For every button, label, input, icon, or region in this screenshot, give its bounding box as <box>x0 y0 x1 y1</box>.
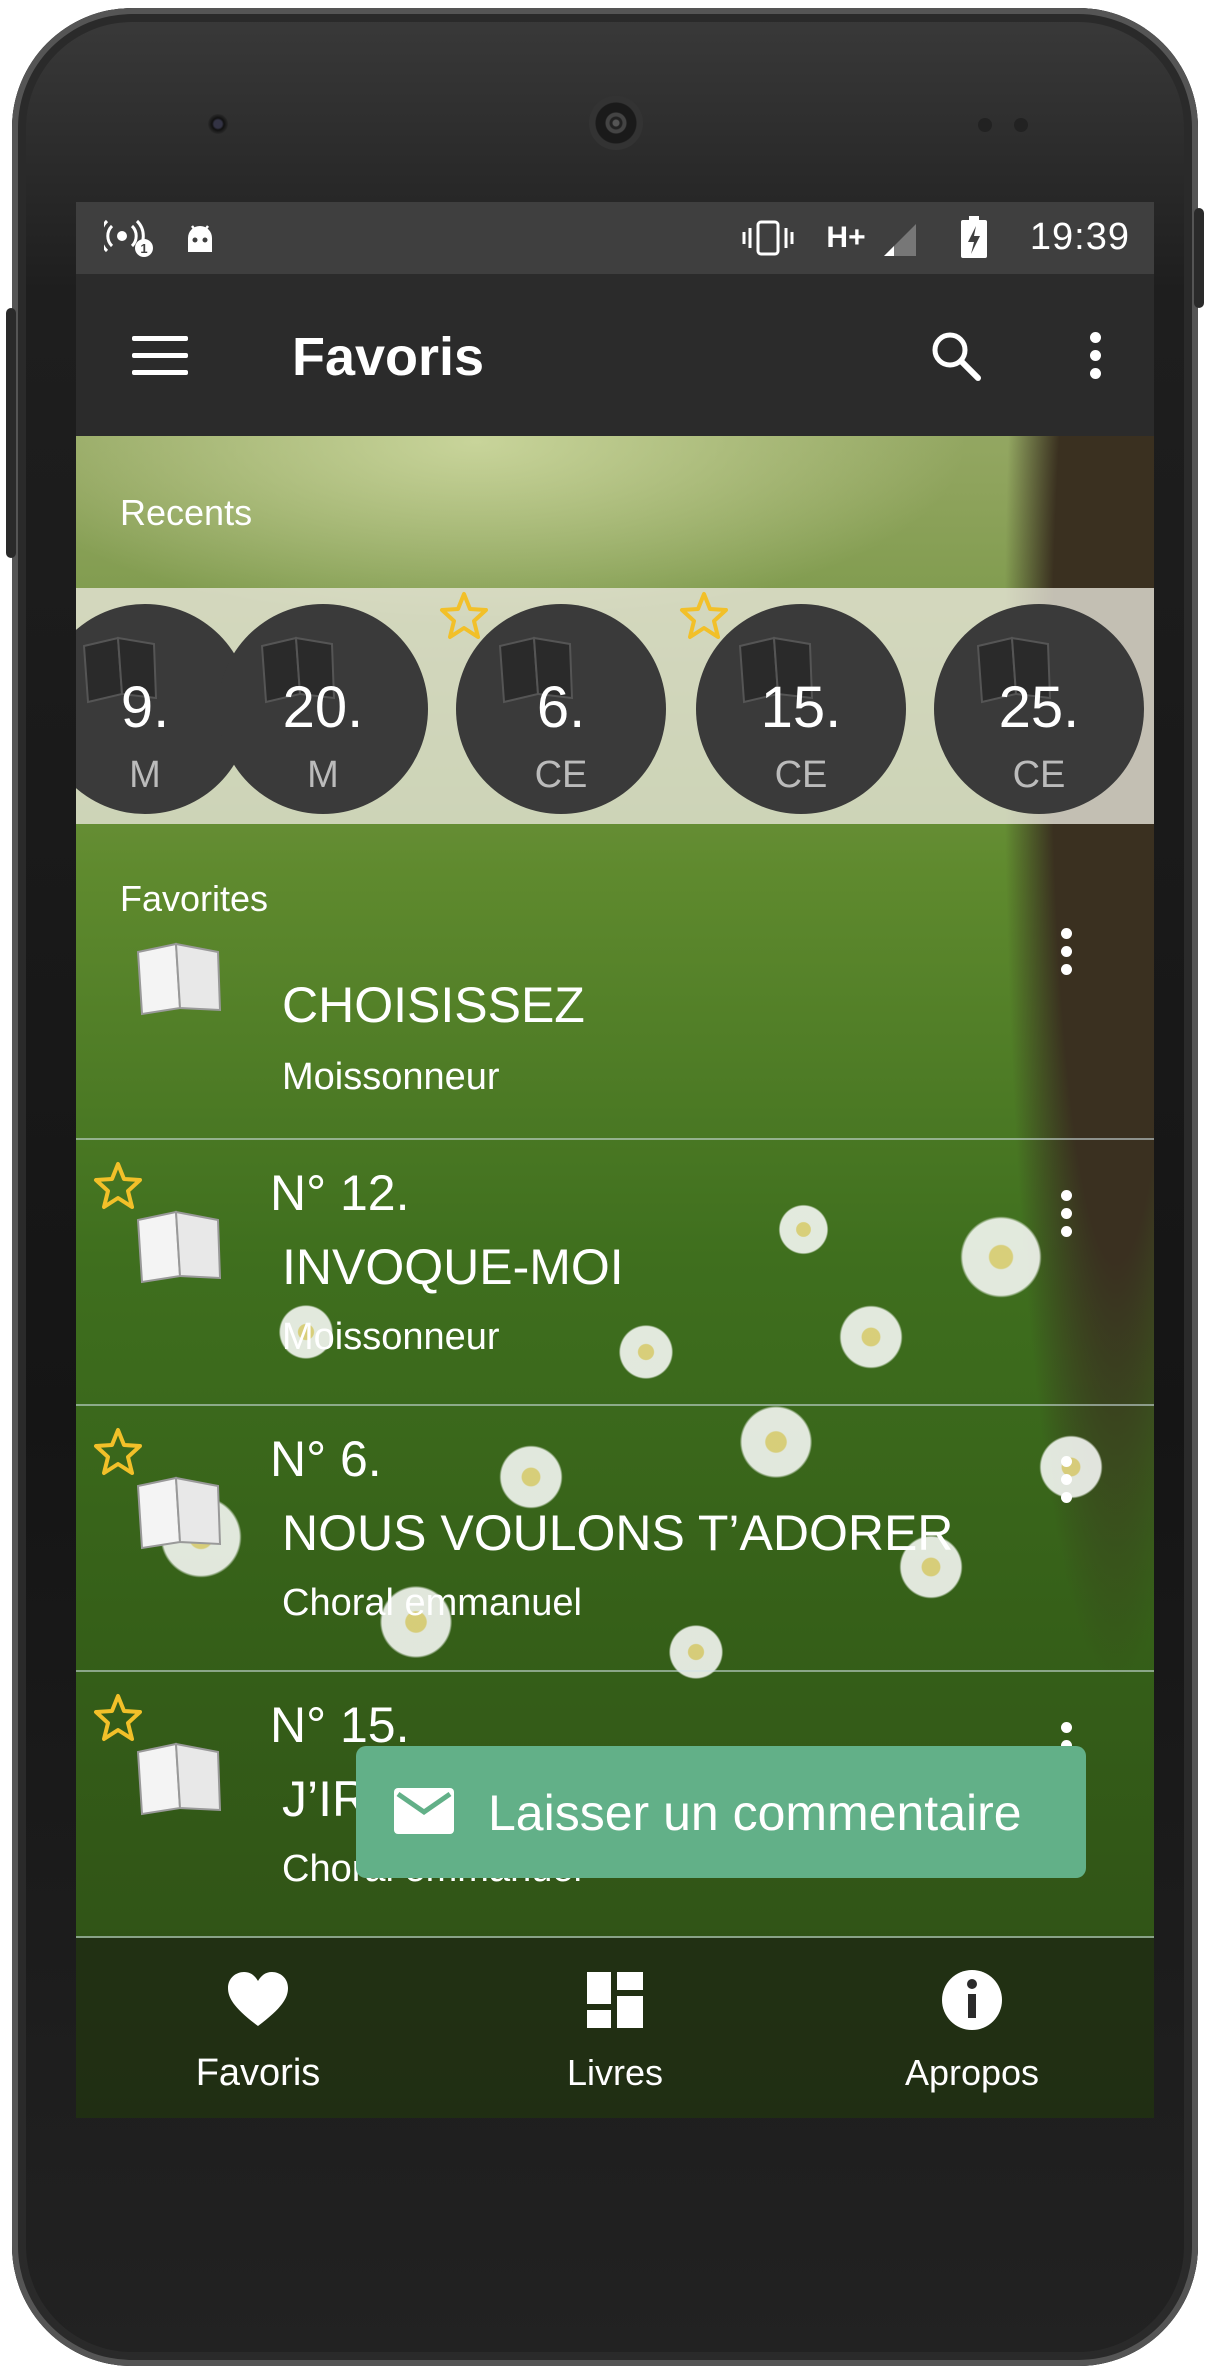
star-icon <box>680 592 728 639</box>
app-bar: Favoris <box>76 274 1154 436</box>
front-camera <box>208 114 228 134</box>
book-icon <box>136 1742 222 1816</box>
favorite-number: N° 12. <box>270 1165 410 1221</box>
signal-icon <box>878 216 922 260</box>
network-type-label: H+ <box>826 221 866 254</box>
recent-item[interactable]: 25. CE <box>934 604 1144 814</box>
recent-item-book: M <box>307 754 339 796</box>
star-icon <box>440 592 488 639</box>
star-icon <box>94 1428 142 1475</box>
side-button-right <box>1194 208 1204 308</box>
hotspot-icon: 1 <box>102 216 158 260</box>
proximity-sensor <box>978 118 992 132</box>
favorite-author: Choral emmanuel <box>282 1582 582 1624</box>
nav-livres-label: Livres <box>566 2052 664 2093</box>
recent-item-book: CE <box>774 754 828 796</box>
favorite-number: N° 6. <box>270 1431 382 1487</box>
book-icon <box>136 942 222 1016</box>
item-overflow-icon[interactable] <box>1052 1190 1082 1256</box>
nav-apropos-label: Apropos <box>904 2052 1040 2093</box>
info-icon <box>942 1970 1002 2030</box>
phone-frame: 1 H+ 19:39 Favoris Recents 9. M 20. M 6.… <box>6 8 1204 2366</box>
status-bar: 1 H+ 19:39 <box>76 202 1154 274</box>
recent-item-number: 6. <box>536 675 586 740</box>
recent-item[interactable]: 20. M <box>218 604 428 814</box>
item-overflow-icon[interactable] <box>1052 928 1082 994</box>
favorite-title: CHOISISSEZ <box>282 977 585 1033</box>
light-sensor <box>1014 118 1028 132</box>
android-debug-icon <box>180 216 220 260</box>
star-icon <box>94 1694 142 1741</box>
nav-favoris[interactable]: Favoris <box>108 1938 408 2118</box>
status-time: 19:39 <box>1029 216 1130 258</box>
nav-favoris-label: Favoris <box>195 2052 321 2094</box>
side-button-left <box>6 308 16 558</box>
vibrate-icon <box>740 216 796 260</box>
favorites-label: Favorites <box>120 878 269 919</box>
star-icon <box>94 1162 142 1209</box>
search-icon[interactable] <box>926 326 986 386</box>
email-icon <box>394 1788 454 1834</box>
svg-text:1: 1 <box>140 241 147 256</box>
earpiece-speaker <box>589 96 643 150</box>
recent-item-book: CE <box>534 754 588 796</box>
book-icon <box>136 1210 222 1284</box>
network-type-icon: H+ <box>820 216 872 260</box>
item-overflow-icon[interactable] <box>1052 1456 1082 1522</box>
leave-comment-button[interactable]: Laisser un commentaire <box>356 1746 1086 1878</box>
dashboard-icon <box>587 1972 643 2028</box>
hamburger-menu-icon[interactable] <box>132 334 188 378</box>
overflow-menu-icon[interactable] <box>1076 326 1116 386</box>
recent-item-number: 25. <box>998 675 1080 740</box>
favorite-item[interactable]: N° 6. NOUS VOULONS T’ADORER Choral emman… <box>76 1406 1154 1672</box>
favorite-item[interactable]: CHOISISSEZ Moissonneur <box>76 928 1154 1140</box>
leave-comment-label: Laisser un commentaire <box>488 1785 1022 1841</box>
bottom-navigation: Favoris Livres Apropos <box>76 1938 1154 2118</box>
favorite-item[interactable]: N° 12. INVOQUE-MOI Moissonneur <box>76 1140 1154 1406</box>
recents-label: Recents <box>120 492 253 533</box>
nav-livres[interactable]: Livres <box>465 1938 765 2118</box>
page-title: Favoris <box>292 327 485 387</box>
screen: 1 H+ 19:39 Favoris Recents 9. M 20. M 6.… <box>76 202 1154 2118</box>
nav-apropos[interactable]: Apropos <box>822 1938 1122 2118</box>
favorite-author: Moissonneur <box>282 1056 500 1098</box>
heart-icon <box>228 1972 288 2026</box>
recent-item-number: 15. <box>760 675 842 740</box>
favorite-title: INVOQUE-MOI <box>282 1239 624 1295</box>
book-icon <box>136 1476 222 1550</box>
battery-charging-icon <box>956 216 992 260</box>
recent-item-book: CE <box>1012 754 1066 796</box>
recent-item-number: 20. <box>282 675 364 740</box>
favorite-title: NOUS VOULONS T’ADORER <box>282 1505 954 1561</box>
favorite-author: Moissonneur <box>282 1316 500 1358</box>
